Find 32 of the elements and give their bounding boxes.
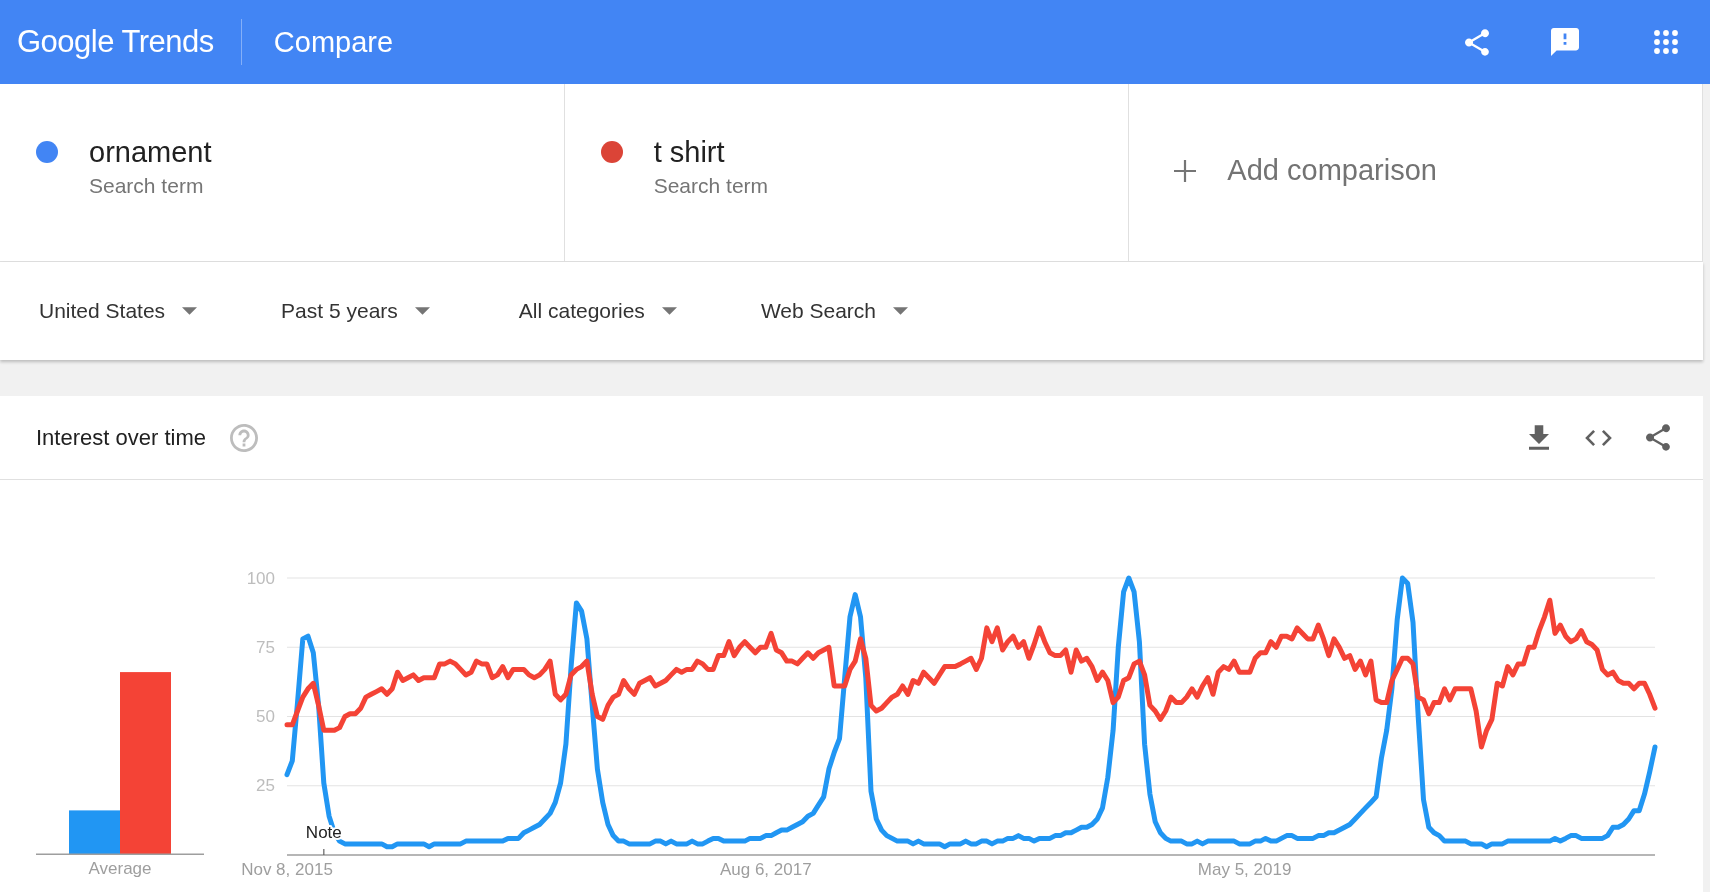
page-title: Compare (273, 25, 394, 59)
plus-icon (1174, 159, 1197, 182)
filter-dropdown[interactable]: Web Search (760, 299, 909, 323)
caret-icon (182, 307, 198, 315)
caret-icon (661, 307, 677, 315)
share-icon[interactable] (1646, 424, 1670, 451)
caret-icon (414, 307, 430, 315)
axis-tick-label: 25 (256, 776, 275, 796)
axis-tick-label: Aug 6, 2017 (719, 859, 812, 879)
axis-tick-label: Nov 8, 2015 (241, 859, 333, 879)
term-type: Search term (89, 173, 205, 199)
feedback-icon[interactable] (1551, 28, 1579, 56)
axis-tick-label: May 5, 2019 (1197, 859, 1292, 879)
term-name: t shirt (653, 135, 726, 169)
term-name: ornament (89, 135, 212, 169)
axis-tick-label: 100 (246, 568, 275, 588)
axis-tick-label: 50 (256, 707, 275, 726)
share-icon[interactable] (1465, 28, 1489, 56)
search-term-card[interactable]: ornament Search term (0, 84, 565, 261)
code-icon[interactable] (1585, 429, 1612, 446)
card-title: Interest over time (36, 424, 206, 451)
term-type: Search term (653, 173, 769, 199)
download-icon[interactable] (1529, 425, 1549, 450)
help-icon[interactable] (229, 423, 258, 452)
caret-icon (893, 307, 909, 315)
axis-label: Average (88, 859, 152, 879)
logo[interactable]: Google Trends (17, 24, 214, 60)
apps-icon[interactable] (1654, 30, 1678, 54)
filter-dropdown[interactable]: United States (39, 299, 198, 323)
filter-dropdown[interactable]: All categories (518, 299, 677, 323)
filter-dropdown[interactable]: Past 5 years (281, 299, 430, 323)
axis-tick-label: 75 (256, 637, 275, 657)
